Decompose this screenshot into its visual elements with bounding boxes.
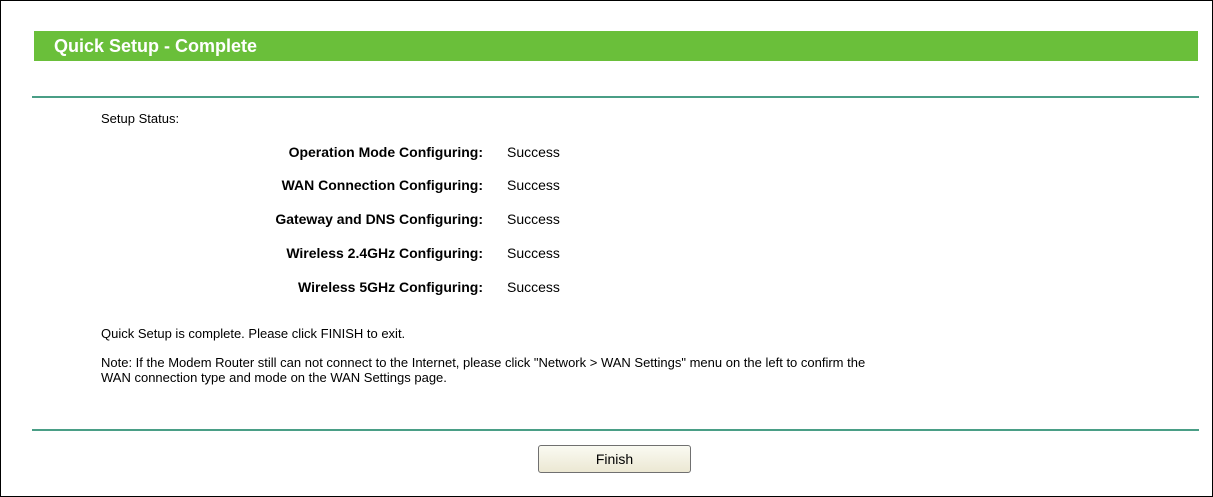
page-title: Quick Setup - Complete [54, 36, 258, 56]
status-value: Success [507, 279, 560, 295]
note-message-line-1: Note: If the Modem Router still can not … [101, 355, 866, 370]
quick-setup-panel: Quick Setup - Complete Setup Status: Ope… [0, 0, 1213, 497]
note-message-line-2: WAN connection type and mode on the WAN … [101, 370, 447, 385]
completion-message: Quick Setup is complete. Please click FI… [101, 326, 406, 341]
status-row-gateway-dns: Gateway and DNS Configuring: Success [1, 210, 701, 230]
status-label: Operation Mode Configuring: [288, 144, 483, 160]
status-value: Success [507, 245, 560, 261]
status-label: Wireless 5GHz Configuring: [297, 279, 483, 295]
status-row-wireless-24ghz: Wireless 2.4GHz Configuring: Success [1, 244, 701, 264]
status-row-wan-connection: WAN Connection Configuring: Success [1, 176, 701, 196]
status-label: Wireless 2.4GHz Configuring: [286, 245, 483, 261]
status-row-operation-mode: Operation Mode Configuring: Success [1, 143, 701, 163]
title-bar: Quick Setup - Complete [34, 31, 1198, 61]
status-row-wireless-5ghz: Wireless 5GHz Configuring: Success [1, 278, 701, 298]
bottom-divider [32, 429, 1199, 431]
setup-status-label: Setup Status: [101, 111, 180, 126]
top-divider [32, 96, 1199, 98]
finish-button[interactable]: Finish [538, 445, 691, 473]
status-value: Success [507, 211, 560, 227]
status-value: Success [507, 144, 560, 160]
status-value: Success [507, 177, 560, 193]
status-label: WAN Connection Configuring: [281, 177, 483, 193]
status-label: Gateway and DNS Configuring: [275, 211, 483, 227]
